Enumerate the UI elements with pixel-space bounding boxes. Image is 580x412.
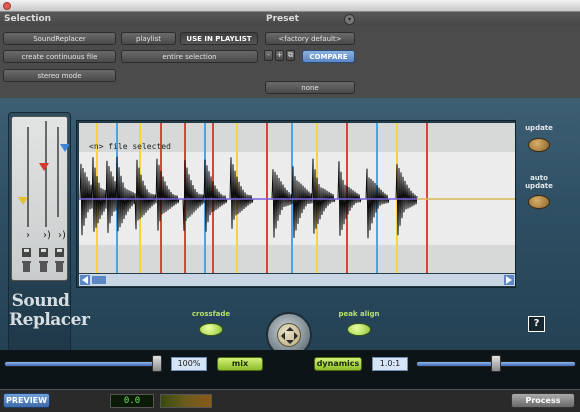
logo-line-1: Sound [11, 291, 70, 311]
playlist-button[interactable]: playlist [121, 32, 176, 45]
preview-button[interactable]: PREVIEW [3, 393, 50, 408]
preset-controls: - + ⧉ [264, 50, 304, 63]
arrow-up-icon[interactable] [286, 323, 294, 331]
preset-menu-icon[interactable]: ▾ [344, 14, 355, 25]
preset-title-bar: Preset ▾ [262, 12, 580, 26]
create-continuous-file-button[interactable]: create continuous file [3, 50, 116, 63]
stereo-mode-button[interactable]: stereo mode [3, 69, 116, 82]
mix-slider-thumb[interactable] [151, 355, 162, 372]
waveform-display[interactable]: <n> file selected [76, 120, 516, 288]
peak-align-label: peak align [338, 310, 380, 318]
copy-icon[interactable]: ⧉ [286, 50, 295, 61]
threshold-meter: › ›) ›) [11, 116, 70, 281]
trigger-panel: › ›) ›) Sound Replacer [8, 112, 90, 364]
level-meter [160, 394, 212, 408]
arrow-left-icon[interactable] [277, 332, 285, 340]
level-readout: 0.0 [110, 394, 154, 408]
peak-align-toggle[interactable] [347, 323, 371, 336]
save-icon[interactable] [22, 248, 64, 257]
process-button[interactable]: Process [511, 393, 575, 408]
crossfade-label: crossfade [191, 310, 231, 318]
update-button[interactable] [528, 138, 550, 152]
scroll-thumb[interactable] [92, 276, 106, 284]
waveform-graphic[interactable]: <n> file selected [77, 121, 517, 289]
mix-value-field[interactable]: 100% [171, 357, 207, 371]
svg-text:›): ›) [58, 230, 66, 241]
preset-dropdown[interactable]: <factory default> [265, 32, 355, 45]
selection-title-bar: Selection [0, 12, 262, 26]
auto-update-label: auto update [525, 174, 553, 190]
preset-title: Preset [266, 14, 299, 24]
minus-icon[interactable]: - [264, 50, 273, 61]
dynamics-slider-thumb[interactable] [491, 355, 502, 372]
crossfade-toggle[interactable] [199, 323, 223, 336]
update-label: update [525, 124, 553, 132]
plus-icon[interactable]: + [275, 50, 284, 61]
nav-center[interactable] [277, 323, 301, 347]
threshold-meter-graphic: › ›) ›) [18, 121, 70, 272]
dynamics-button[interactable]: dynamics [314, 357, 362, 371]
help-button[interactable]: ? [528, 316, 545, 332]
horizontal-scrollbar[interactable] [79, 274, 515, 286]
dynamics-value-field[interactable]: 1.0:1 [372, 357, 408, 371]
none-dropdown[interactable]: none [265, 81, 355, 94]
entire-selection-button[interactable]: entire selection [121, 50, 258, 63]
auto-update-button[interactable] [528, 195, 550, 209]
logo-line-2: Replacer [9, 310, 90, 330]
mix-dynamics-controls: 100% mix dynamics 1.0:1 [0, 350, 580, 389]
sound-replacer-button[interactable]: SoundReplacer [3, 32, 116, 45]
mix-slider-track[interactable] [4, 361, 154, 367]
threshold-marker-red[interactable] [39, 163, 49, 171]
mix-button[interactable]: mix [217, 357, 263, 371]
svg-text:›): ›) [43, 230, 51, 241]
svg-text:›: › [26, 230, 30, 241]
plugin-header: Selection Preset ▾ SoundReplacer playlis… [0, 12, 580, 98]
close-icon[interactable] [3, 2, 11, 10]
selection-title: Selection [4, 14, 52, 24]
plugin-body: › ›) ›) Sound Replacer <n> file selected… [0, 98, 580, 389]
trash-icon[interactable] [22, 261, 64, 272]
file-selected-label: <n> file selected [89, 142, 171, 151]
footer-bar: PREVIEW 0.0 Process [0, 389, 580, 412]
threshold-marker-yellow[interactable] [18, 197, 28, 205]
window-title-bar [0, 0, 580, 12]
threshold-marker-blue[interactable] [60, 144, 70, 152]
compare-button[interactable]: COMPARE [302, 50, 355, 63]
arrow-right-icon[interactable] [294, 332, 302, 340]
use-in-playlist-button[interactable]: USE IN PLAYLIST [180, 32, 258, 45]
arrow-down-icon[interactable] [286, 340, 294, 348]
